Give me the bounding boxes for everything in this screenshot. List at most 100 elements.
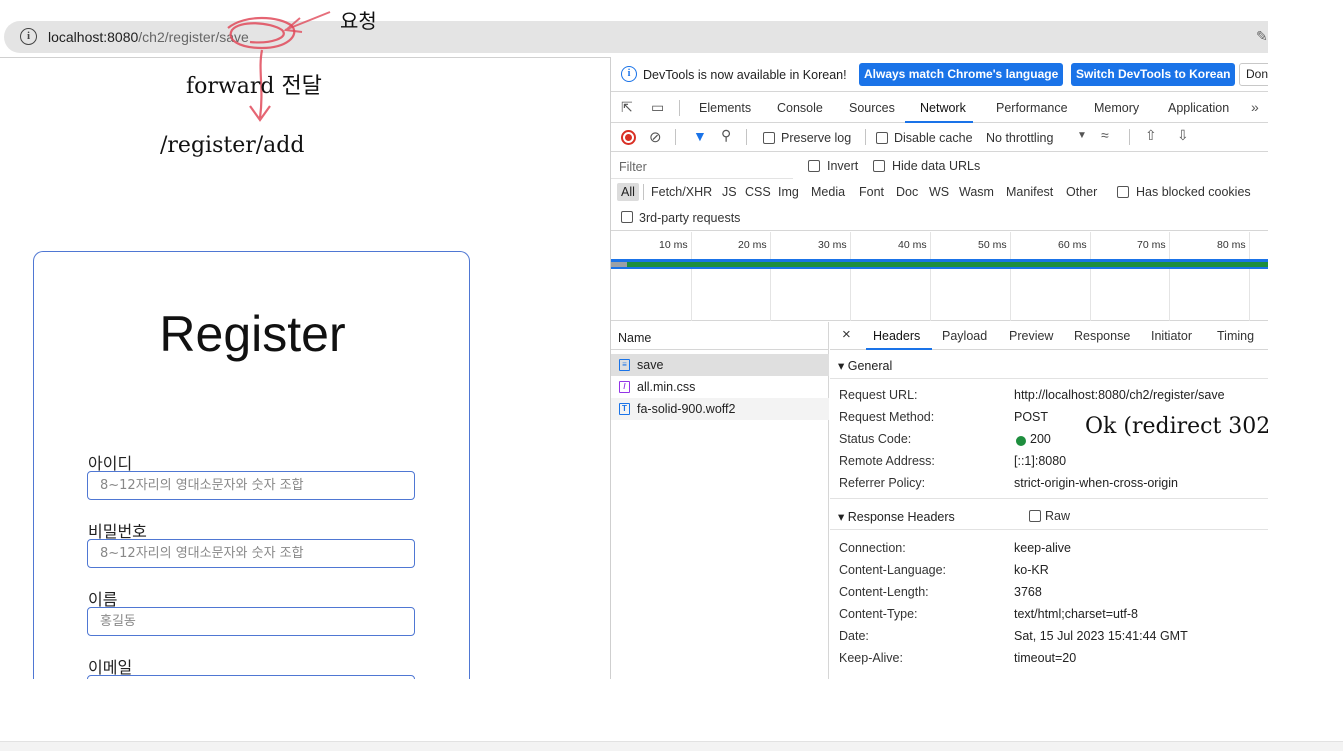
header-value: ko-KR bbox=[1014, 563, 1049, 577]
request-row-css[interactable]: / all.min.css bbox=[611, 376, 829, 398]
header-key: Content-Length: bbox=[839, 585, 929, 599]
tick-label: 30 ms bbox=[818, 239, 847, 251]
tab-headers[interactable]: Headers bbox=[873, 329, 920, 343]
type-ws[interactable]: WS bbox=[929, 185, 949, 199]
chevron-down-icon[interactable]: ▼ bbox=[1077, 130, 1087, 141]
tab-timing[interactable]: Timing bbox=[1217, 329, 1254, 343]
tick-line bbox=[1169, 232, 1170, 321]
infobar-text: DevTools is now available in Korean! bbox=[643, 68, 847, 82]
divider bbox=[675, 129, 676, 145]
password-input[interactable]: 8~12자리의 영대소문자와 숫자 조합 bbox=[87, 539, 415, 568]
tick-label: 20 ms bbox=[738, 239, 767, 251]
divider bbox=[865, 129, 866, 145]
throttling-select[interactable]: No throttling bbox=[986, 131, 1053, 145]
screenshot-root: i localhost:8080/ch2/register/save ✎ 요청 … bbox=[0, 0, 1343, 751]
inspect-element-icon[interactable]: ⇱ bbox=[621, 99, 633, 116]
device-toolbar-icon[interactable]: ▭ bbox=[651, 99, 664, 116]
tab-response[interactable]: Response bbox=[1074, 329, 1130, 343]
header-key: Date: bbox=[839, 629, 869, 643]
annotation-request: 요청 bbox=[340, 9, 377, 33]
third-party-row: 3rd-party requests bbox=[611, 205, 1268, 231]
preserve-log-label: Preserve log bbox=[781, 131, 852, 145]
header-key: Request Method: bbox=[839, 410, 935, 424]
search-icon[interactable]: ⚲ bbox=[721, 127, 731, 144]
type-wasm[interactable]: Wasm bbox=[959, 185, 994, 199]
tick-line bbox=[850, 232, 851, 321]
hide-data-urls-checkbox[interactable] bbox=[873, 160, 885, 172]
active-tab-indicator bbox=[905, 121, 973, 123]
tab-network[interactable]: Network bbox=[920, 101, 966, 115]
third-party-checkbox[interactable] bbox=[621, 211, 633, 223]
filter-icon[interactable]: ▼ bbox=[693, 128, 707, 144]
network-timeline[interactable]: 10 ms 20 ms 30 ms 40 ms 50 ms 60 ms 70 m… bbox=[611, 232, 1268, 321]
type-manifest[interactable]: Manifest bbox=[1006, 185, 1053, 199]
header-key: Connection: bbox=[839, 541, 906, 555]
tab-payload[interactable]: Payload bbox=[942, 329, 987, 343]
general-section-header[interactable]: ▾ General bbox=[830, 351, 1268, 379]
switch-korean-button[interactable]: Switch DevTools to Korean bbox=[1071, 63, 1236, 86]
header-value: http://localhost:8080/ch2/register/save bbox=[1014, 388, 1225, 402]
tab-elements[interactable]: Elements bbox=[699, 101, 751, 115]
filter-input[interactable]: Filter bbox=[611, 153, 793, 179]
id-input[interactable]: 8~12자리의 영대소문자와 숫자 조합 bbox=[87, 471, 415, 500]
network-conditions-icon[interactable]: ≈ bbox=[1101, 127, 1109, 143]
dont-show-button[interactable]: Don't show again bbox=[1239, 63, 1268, 86]
active-detail-tab-indicator bbox=[866, 348, 932, 350]
request-list-header[interactable]: Name bbox=[611, 322, 829, 350]
tick-label: 50 ms bbox=[978, 239, 1007, 251]
tab-preview[interactable]: Preview bbox=[1009, 329, 1053, 343]
status-code-value: 200 bbox=[1030, 432, 1051, 446]
export-har-icon[interactable]: ⇩ bbox=[1177, 127, 1189, 144]
type-media[interactable]: Media bbox=[811, 185, 845, 199]
record-icon[interactable] bbox=[621, 130, 636, 145]
request-row-font[interactable]: T fa-solid-900.woff2 bbox=[611, 398, 829, 420]
tab-memory[interactable]: Memory bbox=[1094, 101, 1139, 115]
network-toolbar: ⊘ ▼ ⚲ Preserve log Disable cache No thro… bbox=[611, 124, 1268, 152]
name-input[interactable]: 홍길동 bbox=[87, 607, 415, 636]
viewport-clip bbox=[0, 679, 610, 741]
disable-cache-checkbox[interactable] bbox=[876, 132, 888, 144]
tick-line bbox=[930, 232, 931, 321]
header-value: [::1]:8080 bbox=[1014, 454, 1067, 468]
tab-sources[interactable]: Sources bbox=[849, 101, 895, 115]
header-value: 3768 bbox=[1014, 585, 1042, 599]
request-row-save[interactable]: ≡ save bbox=[611, 354, 829, 376]
type-fetch-xhr[interactable]: Fetch/XHR bbox=[651, 185, 712, 199]
type-css[interactable]: CSS bbox=[745, 185, 771, 199]
type-img[interactable]: Img bbox=[778, 185, 799, 199]
hide-data-urls-label: Hide data URLs bbox=[892, 159, 981, 173]
has-blocked-cookies-checkbox[interactable] bbox=[1117, 186, 1129, 198]
invert-checkbox[interactable] bbox=[808, 160, 820, 172]
divider bbox=[679, 100, 680, 116]
clear-icon[interactable]: ⊘ bbox=[649, 128, 662, 146]
info-icon: i bbox=[621, 66, 637, 82]
preserve-log-checkbox[interactable] bbox=[763, 132, 775, 144]
tick-label: 10 ms bbox=[659, 239, 688, 251]
type-js[interactable]: JS bbox=[722, 185, 737, 199]
type-font[interactable]: Font bbox=[859, 185, 884, 199]
tick-label: 80 ms bbox=[1217, 239, 1246, 251]
header-key: Remote Address: bbox=[839, 454, 935, 468]
bottom-band bbox=[0, 741, 1343, 751]
more-tabs-icon[interactable]: » bbox=[1251, 99, 1259, 115]
tab-application[interactable]: Application bbox=[1168, 101, 1229, 115]
header-value: keep-alive bbox=[1014, 541, 1071, 555]
detail-tabs: × Headers Payload Preview Response Initi… bbox=[830, 322, 1268, 350]
tab-initiator[interactable]: Initiator bbox=[1151, 329, 1192, 343]
match-language-button[interactable]: Always match Chrome's language bbox=[859, 63, 1064, 86]
raw-checkbox[interactable] bbox=[1029, 510, 1041, 522]
tab-console[interactable]: Console bbox=[777, 101, 823, 115]
import-har-icon[interactable]: ⇧ bbox=[1145, 127, 1157, 144]
scribble-url-circle bbox=[227, 17, 296, 50]
type-doc[interactable]: Doc bbox=[896, 185, 918, 199]
annotation-forward: forward 전달 bbox=[186, 74, 322, 99]
tab-performance[interactable]: Performance bbox=[996, 101, 1068, 115]
header-key: Status Code: bbox=[839, 432, 912, 446]
type-other[interactable]: Other bbox=[1066, 185, 1097, 199]
close-icon[interactable]: × bbox=[842, 326, 851, 343]
type-all[interactable]: All bbox=[617, 183, 639, 201]
response-headers-section-header[interactable]: ▾ Response Headers Raw bbox=[830, 502, 1268, 530]
devtools-tabs: ⇱ ▭ Elements Console Sources Network Per… bbox=[611, 93, 1268, 123]
divider bbox=[746, 129, 747, 145]
raw-label: Raw bbox=[1045, 509, 1071, 523]
